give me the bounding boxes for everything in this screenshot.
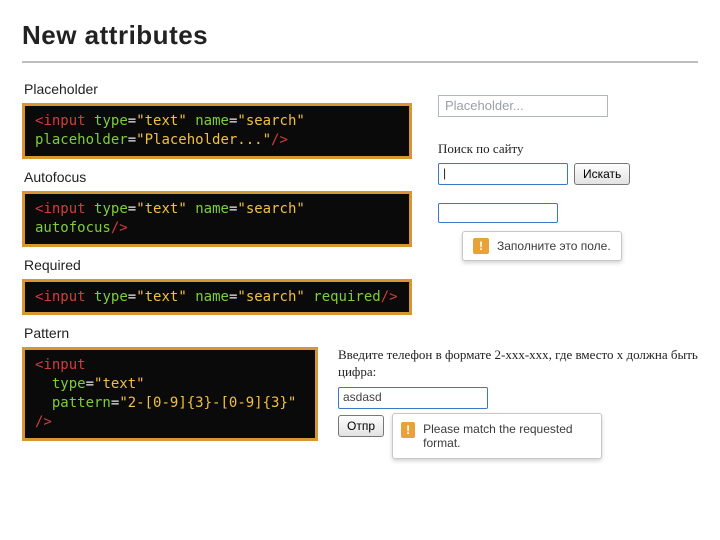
autofocus-demo-input[interactable]: | [438, 163, 568, 185]
page-title: New attributes [22, 20, 698, 51]
section-label-pattern: Pattern [24, 325, 412, 341]
code-required: <input type="text" name="search" require… [22, 279, 412, 316]
pattern-demo-input[interactable]: asdasd [338, 387, 488, 409]
demo-placeholder: Placeholder... [438, 95, 698, 117]
warning-icon: ! [401, 422, 415, 438]
pattern-demo-submit[interactable]: Отпр [338, 415, 384, 437]
divider [22, 61, 698, 63]
pattern-demo-prompt: Введите телефон в формате 2-xxx-xxx, где… [338, 347, 698, 381]
autofocus-demo-button[interactable]: Искать [574, 163, 630, 185]
columns: Placeholder <input type="text" name="sea… [22, 77, 698, 347]
section-label-placeholder: Placeholder [24, 81, 412, 97]
code-placeholder: <input type="text" name="search"placehol… [22, 103, 412, 159]
code-pattern: <input type="text" pattern="2-[0-9]{3}-[… [22, 347, 318, 441]
section-label-autofocus: Autofocus [24, 169, 412, 185]
pattern-tooltip: ! Please match the requested format. [392, 413, 602, 459]
warning-icon: ! [473, 238, 489, 254]
demo-required: ! Заполните это поле. [438, 203, 698, 267]
demo-pattern: Введите телефон в формате 2-xxx-xxx, где… [338, 347, 698, 459]
required-tooltip: ! Заполните это поле. [462, 231, 622, 261]
slide: New attributes Placeholder <input type="… [0, 0, 720, 459]
pattern-tooltip-text: Please match the requested format. [423, 422, 591, 450]
placeholder-demo-input[interactable]: Placeholder... [438, 95, 608, 117]
demo-autofocus: Поиск по сайту | Искать [438, 141, 698, 185]
right-column: Placeholder... Поиск по сайту | Искать !… [438, 77, 698, 285]
required-demo-input[interactable] [438, 203, 558, 223]
section-label-required: Required [24, 257, 412, 273]
code-autofocus: <input type="text" name="search" autofoc… [22, 191, 412, 247]
autofocus-demo-label: Поиск по сайту [438, 141, 698, 157]
pattern-row: <input type="text" pattern="2-[0-9]{3}-[… [22, 347, 698, 459]
required-tooltip-text: Заполните это поле. [497, 239, 611, 253]
left-column: Placeholder <input type="text" name="sea… [22, 77, 412, 347]
